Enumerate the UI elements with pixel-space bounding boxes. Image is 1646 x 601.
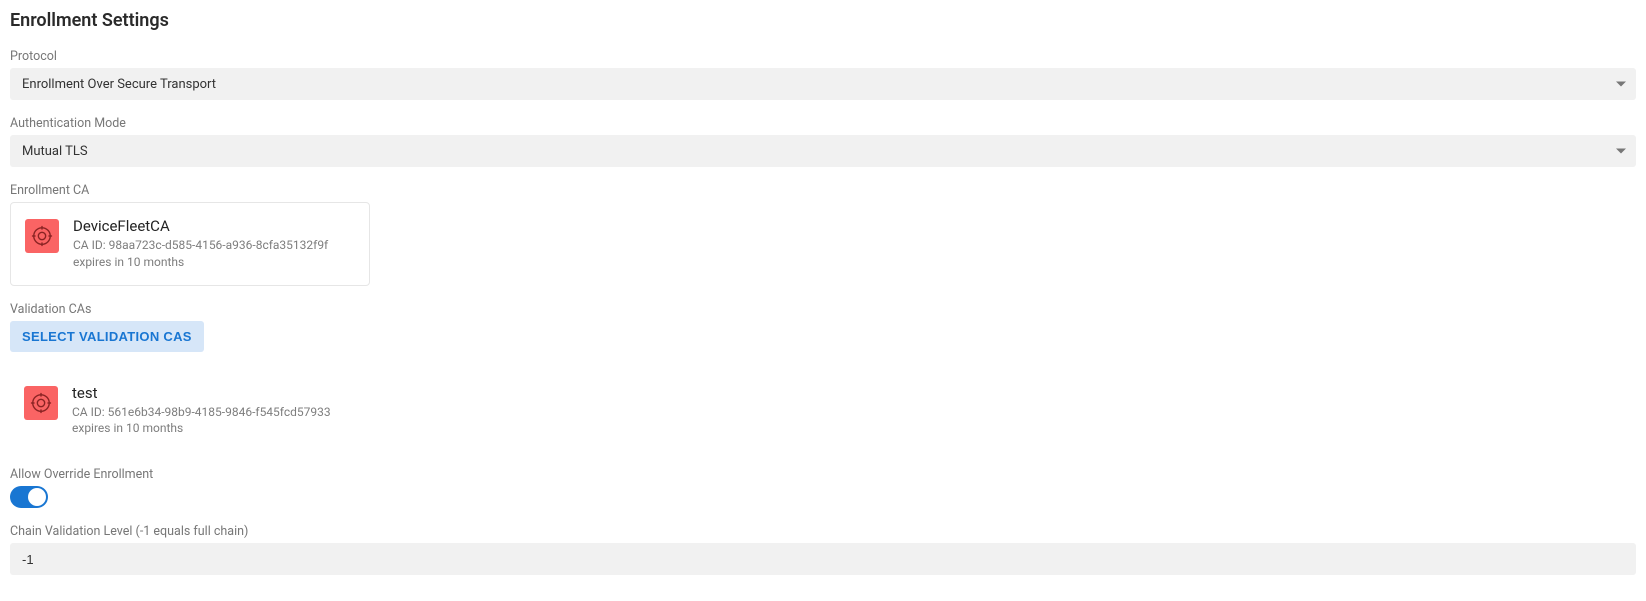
chain-level-field: Chain Validation Level (-1 equals full c… xyxy=(10,524,1636,575)
auth-mode-label: Authentication Mode xyxy=(10,116,1636,131)
auth-mode-value: Mutual TLS xyxy=(22,144,88,159)
certificate-icon xyxy=(24,386,58,420)
toggle-knob xyxy=(28,488,46,506)
validation-ca-card[interactable]: test CA ID: 561e6b34-98b9-4185-9846-f545… xyxy=(10,370,370,452)
enrollment-ca-label: Enrollment CA xyxy=(10,183,1636,198)
certificate-icon xyxy=(25,219,59,253)
protocol-field: Protocol Enrollment Over Secure Transpor… xyxy=(10,49,1636,100)
validation-cas-label: Validation CAs xyxy=(10,302,1636,317)
validation-cas-field: Validation CAs SELECT VALIDATION CAS tes… xyxy=(10,302,1636,452)
validation-ca-info: test CA ID: 561e6b34-98b9-4185-9846-f545… xyxy=(72,384,331,438)
validation-ca-expires: expires in 10 months xyxy=(72,420,331,437)
override-toggle[interactable] xyxy=(10,486,48,508)
enrollment-ca-info: DeviceFleetCA CA ID: 98aa723c-d585-4156-… xyxy=(73,217,328,271)
auth-mode-field: Authentication Mode Mutual TLS xyxy=(10,116,1636,167)
protocol-value: Enrollment Over Secure Transport xyxy=(22,77,216,92)
auth-mode-select[interactable]: Mutual TLS xyxy=(10,135,1636,167)
override-field: Allow Override Enrollment xyxy=(10,467,1636,508)
page-title: Enrollment Settings xyxy=(10,10,1636,31)
enrollment-ca-name: DeviceFleetCA xyxy=(73,217,328,235)
override-label: Allow Override Enrollment xyxy=(10,467,1636,482)
enrollment-ca-id: CA ID: 98aa723c-d585-4156-a936-8cfa35132… xyxy=(73,237,328,254)
enrollment-ca-expires: expires in 10 months xyxy=(73,254,328,271)
enrollment-ca-card[interactable]: DeviceFleetCA CA ID: 98aa723c-d585-4156-… xyxy=(10,202,370,286)
chain-level-input[interactable] xyxy=(10,543,1636,575)
protocol-select[interactable]: Enrollment Over Secure Transport xyxy=(10,68,1636,100)
validation-ca-name: test xyxy=(72,384,331,402)
select-validation-cas-button[interactable]: SELECT VALIDATION CAS xyxy=(10,321,204,352)
protocol-label: Protocol xyxy=(10,49,1636,64)
chain-level-label: Chain Validation Level (-1 equals full c… xyxy=(10,524,1636,539)
validation-ca-id: CA ID: 561e6b34-98b9-4185-9846-f545fcd57… xyxy=(72,404,331,421)
chevron-down-icon xyxy=(1616,149,1626,154)
chevron-down-icon xyxy=(1616,82,1626,87)
enrollment-ca-field: Enrollment CA DeviceFleetCA CA ID: 98aa7… xyxy=(10,183,1636,286)
